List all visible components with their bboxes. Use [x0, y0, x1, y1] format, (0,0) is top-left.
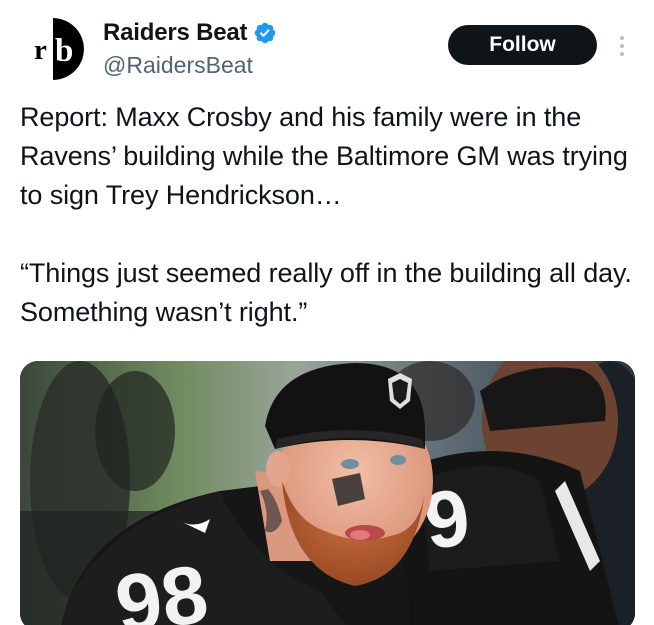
- raiders-beat-logo-icon: r b: [22, 18, 84, 80]
- display-name[interactable]: Raiders Beat: [103, 19, 248, 47]
- verified-badge-icon: [255, 22, 276, 44]
- svg-text:r: r: [34, 34, 47, 66]
- account-handle[interactable]: @RaidersBeat: [103, 51, 253, 79]
- svg-text:98: 98: [110, 548, 213, 625]
- tweet-text: Report: Maxx Crosby and his family were …: [20, 98, 640, 332]
- display-name-row: Raiders Beat: [103, 19, 277, 47]
- tweet-media-photo[interactable]: 9 98: [20, 361, 635, 625]
- more-dot: [620, 52, 624, 56]
- tweet-header: r b Raiders Beat @RaidersBeat Follow: [0, 0, 654, 96]
- more-vertical-icon[interactable]: [612, 30, 632, 62]
- svg-text:b: b: [55, 33, 73, 69]
- tweet-paragraph: Report: Maxx Crosby and his family were …: [20, 102, 628, 210]
- football-player-photo: 9 98: [20, 361, 635, 625]
- avatar[interactable]: r b: [22, 18, 84, 80]
- follow-button[interactable]: Follow: [448, 25, 597, 65]
- more-dot: [620, 44, 624, 48]
- tweet-paragraph: “Things just seemed really off in the bu…: [20, 258, 632, 327]
- more-dot: [620, 36, 624, 40]
